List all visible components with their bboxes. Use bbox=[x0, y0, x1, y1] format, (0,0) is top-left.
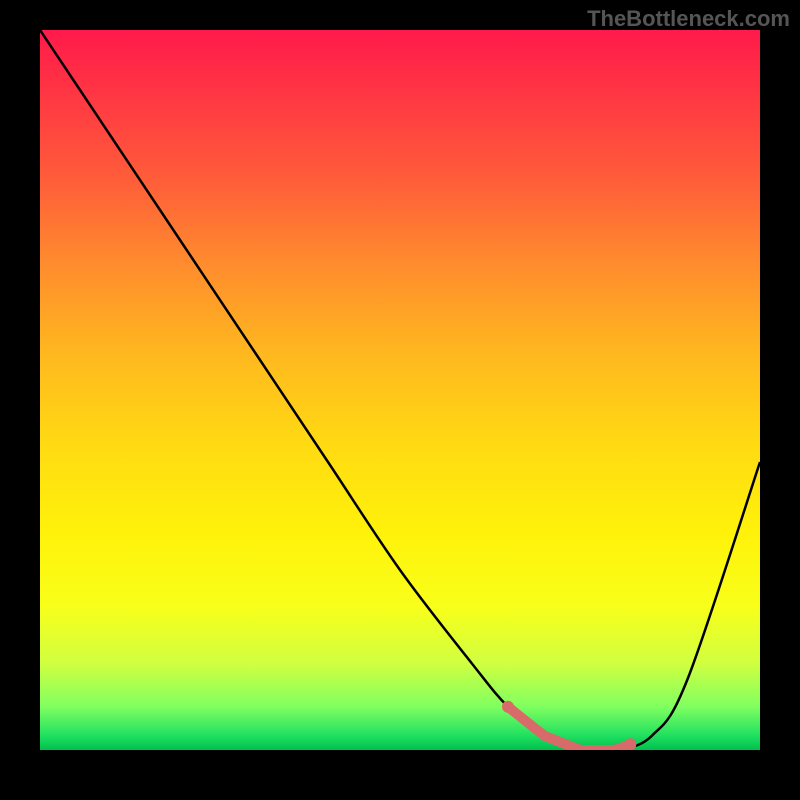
chart-plot-area bbox=[40, 30, 760, 750]
optimal-marker-dot-left bbox=[502, 701, 514, 713]
watermark-text: TheBottleneck.com bbox=[587, 6, 790, 32]
optimal-region-marker bbox=[508, 707, 630, 750]
chart-curve-layer bbox=[40, 30, 760, 750]
optimal-marker-dot-right bbox=[624, 738, 636, 750]
bottleneck-curve bbox=[40, 30, 760, 750]
